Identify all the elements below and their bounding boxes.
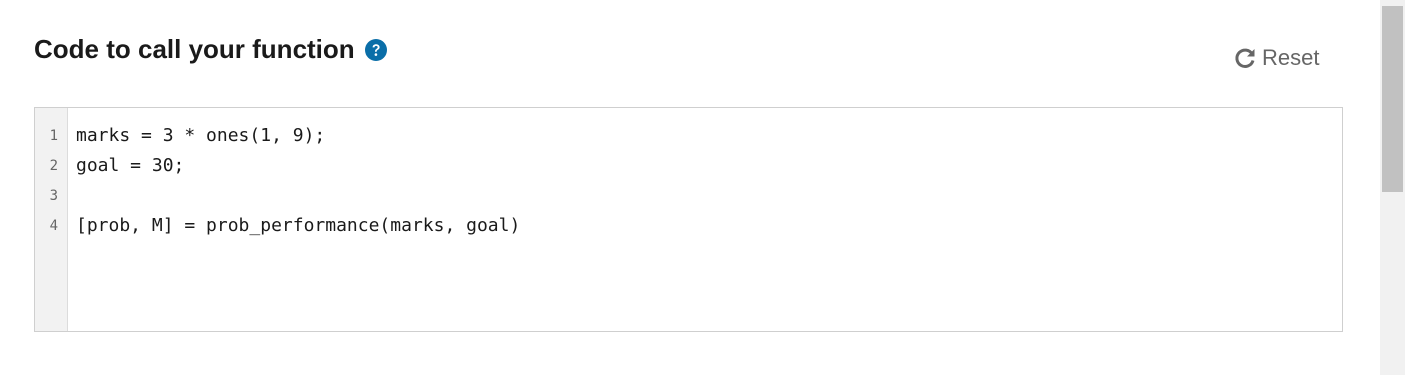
page-title: Code to call your function xyxy=(34,34,355,64)
line-number: 1 xyxy=(49,128,58,144)
code-line[interactable]: marks = 3 * ones(1, 9); xyxy=(76,121,1342,151)
scrollbar-thumb[interactable] xyxy=(1382,6,1403,192)
code-editor[interactable]: 1 2 3 4 marks = 3 * ones(1, 9); goal = 3… xyxy=(34,107,1343,332)
code-input-area[interactable]: marks = 3 * ones(1, 9); goal = 30; [prob… xyxy=(68,108,1342,331)
refresh-icon xyxy=(1233,46,1257,70)
reset-button[interactable]: Reset xyxy=(1233,45,1319,71)
line-number: 3 xyxy=(49,188,58,204)
line-number-gutter: 1 2 3 4 xyxy=(35,108,68,331)
section-heading: Code to call your function xyxy=(34,34,387,65)
line-number: 4 xyxy=(49,218,58,234)
page: Code to call your function Reset 1 2 3 4… xyxy=(0,0,1419,375)
code-line[interactable] xyxy=(76,181,1342,211)
page-scrollbar[interactable] xyxy=(1380,0,1405,375)
reset-label: Reset xyxy=(1262,45,1320,70)
code-line[interactable]: [prob, M] = prob_performance(marks, goal… xyxy=(76,211,1342,241)
help-icon[interactable] xyxy=(364,38,387,61)
code-line[interactable]: goal = 30; xyxy=(76,151,1342,181)
line-number: 2 xyxy=(49,158,58,174)
